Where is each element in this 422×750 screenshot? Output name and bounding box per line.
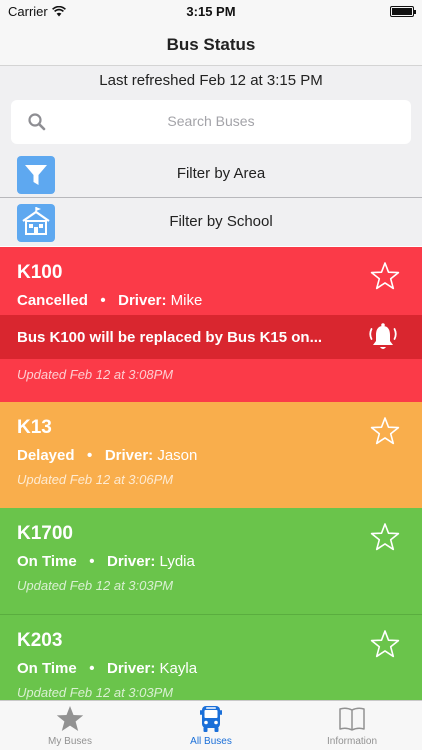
bus-card-k203[interactable]: K203 On Time • Driver: Kayla Updated Feb… bbox=[0, 615, 422, 700]
driver-name: Kayla bbox=[159, 660, 198, 677]
tab-label: Information bbox=[326, 736, 378, 747]
bus-name: K13 bbox=[17, 417, 52, 438]
bus-updated-time: Updated Feb 12 at 3:03PM bbox=[17, 578, 174, 593]
school-icon bbox=[17, 204, 55, 242]
bus-status: Delayed bbox=[17, 447, 75, 464]
favorite-star-icon[interactable] bbox=[370, 629, 400, 659]
driver-name: Lydia bbox=[159, 553, 195, 570]
bus-updated-time: Updated Feb 12 at 3:06PM bbox=[17, 472, 174, 487]
bus-status: On Time bbox=[17, 660, 77, 677]
driver-label: Driver: bbox=[107, 553, 156, 570]
bus-status-line: Delayed • Driver: Jason bbox=[17, 447, 197, 464]
favorite-star-icon[interactable] bbox=[370, 522, 400, 552]
bus-name: K1700 bbox=[17, 523, 73, 544]
bus-status: On Time bbox=[17, 553, 77, 570]
search-placeholder: Search Buses bbox=[167, 113, 255, 129]
bus-status: Cancelled bbox=[17, 292, 88, 309]
tab-my-buses[interactable]: My Buses bbox=[0, 701, 140, 750]
bus-updated-time: Updated Feb 12 at 3:03PM bbox=[17, 685, 174, 700]
bus-status-line: On Time • Driver: Lydia bbox=[17, 553, 195, 570]
last-refreshed-text: Last refreshed Feb 12 at 3:15 PM bbox=[99, 72, 323, 89]
filter-by-area-button[interactable]: Filter by Area bbox=[0, 150, 422, 198]
alarm-bell-icon bbox=[369, 323, 397, 349]
favorite-star-icon[interactable] bbox=[370, 416, 400, 446]
search-area: Search Buses bbox=[0, 96, 422, 150]
status-bar: Carrier 3:15 PM bbox=[0, 0, 422, 24]
tab-label: All Buses bbox=[190, 736, 232, 747]
status-time: 3:15 PM bbox=[186, 4, 236, 19]
battery-icon bbox=[390, 6, 416, 17]
bus-card-k1700[interactable]: K1700 On Time • Driver: Lydia Updated Fe… bbox=[0, 508, 422, 615]
filter-by-school-button[interactable]: Filter by School bbox=[0, 198, 422, 246]
search-input[interactable]: Search Buses bbox=[11, 100, 411, 144]
separator-dot: • bbox=[80, 660, 103, 677]
navigation-bar: Bus Status bbox=[0, 24, 422, 66]
bus-name: K100 bbox=[17, 262, 63, 283]
bus-name: K203 bbox=[17, 630, 63, 651]
bus-updated-time: Updated Feb 12 at 3:08PM bbox=[17, 367, 174, 382]
filter-by-area-label: Filter by Area bbox=[176, 165, 266, 182]
page-title: Bus Status bbox=[166, 35, 256, 54]
driver-name: Jason bbox=[157, 447, 198, 464]
tab-information[interactable]: Information bbox=[282, 701, 422, 750]
tab-label: My Buses bbox=[48, 736, 92, 747]
bus-icon bbox=[200, 706, 222, 732]
bus-status-line: Cancelled • Driver: Mike bbox=[17, 292, 202, 309]
bus-alert-banner[interactable]: Bus K100 will be replaced by Bus K15 on.… bbox=[0, 315, 422, 359]
favorite-star-icon[interactable] bbox=[370, 261, 400, 291]
bus-list: K100 Cancelled • Driver: Mike Bus K100 w… bbox=[0, 247, 422, 700]
bus-card-k100[interactable]: K100 Cancelled • Driver: Mike Bus K100 w… bbox=[0, 247, 422, 402]
funnel-icon bbox=[17, 156, 55, 194]
bus-alert-text: Bus K100 will be replaced by Bus K15 on.… bbox=[17, 329, 323, 346]
driver-label: Driver: bbox=[118, 292, 167, 309]
tab-bar: My Buses All Buses Information bbox=[0, 700, 422, 750]
driver-label: Driver: bbox=[107, 660, 156, 677]
book-icon bbox=[339, 707, 365, 731]
last-refreshed-bar: Last refreshed Feb 12 at 3:15 PM bbox=[0, 66, 422, 96]
tab-all-buses[interactable]: All Buses bbox=[141, 701, 281, 750]
separator-dot: • bbox=[92, 292, 114, 309]
bus-card-k13[interactable]: K13 Delayed • Driver: Jason Updated Feb … bbox=[0, 402, 422, 508]
separator-dot: • bbox=[78, 447, 101, 464]
filter-by-school-label: Filter by School bbox=[169, 213, 273, 230]
driver-label: Driver: bbox=[104, 447, 154, 464]
separator-dot: • bbox=[80, 553, 103, 570]
bus-status-line: On Time • Driver: Kayla bbox=[17, 660, 197, 677]
driver-name: Mike bbox=[170, 292, 203, 309]
star-icon bbox=[56, 706, 84, 731]
